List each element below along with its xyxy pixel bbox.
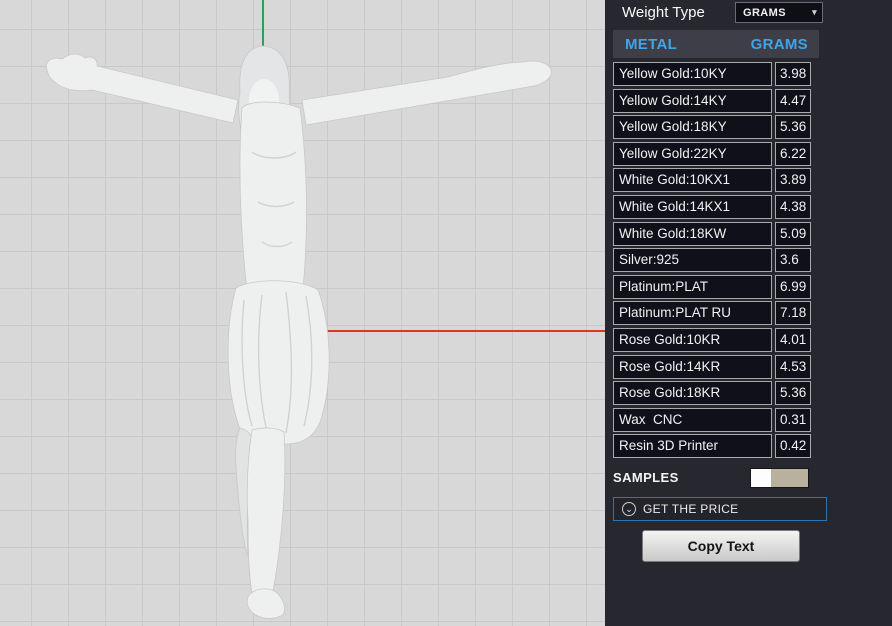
table-row: Platinum:PLAT 6.99 [613, 274, 819, 299]
samples-toggle[interactable] [750, 468, 809, 488]
table-row: Rose Gold:10KR 4.01 [613, 327, 819, 352]
metal-weight-cell[interactable]: 0.31 [775, 407, 811, 432]
samples-row: SAMPLES [613, 468, 819, 490]
weight-type-label: Weight Type [622, 4, 705, 21]
table-row: Rose Gold:18KR 5.36 [613, 381, 819, 406]
metal-name-cell[interactable]: Yellow Gold:18KY [613, 115, 772, 140]
weight-type-value: GRAMS [743, 6, 786, 19]
viewport-3d[interactable] [0, 0, 605, 626]
table-row: Yellow Gold:14KY 4.47 [613, 88, 819, 113]
metal-name-cell[interactable]: Rose Gold:10KR [613, 327, 772, 352]
metal-weight-cell[interactable]: 0.42 [775, 434, 811, 459]
chevron-down-icon: ▾ [812, 7, 817, 17]
sample-swatch-tan [771, 469, 808, 487]
get-the-price-expander[interactable]: ⌄ GET THE PRICE [613, 497, 827, 521]
sample-swatch-white [751, 469, 771, 487]
metal-weight-cell[interactable]: 3.98 [775, 62, 811, 86]
table-row: Wax CNC 0.31 [613, 407, 819, 432]
metal-table-rows: Yellow Gold:10KY 3.98 Yellow Gold:14KY 4… [613, 62, 819, 461]
table-row: Yellow Gold:10KY 3.98 [613, 62, 819, 86]
metal-name-cell[interactable]: Yellow Gold:10KY [613, 62, 772, 86]
table-row: Yellow Gold:18KY 5.36 [613, 115, 819, 140]
header-grams: GRAMS [750, 35, 808, 53]
table-row: Resin 3D Printer 0.42 [613, 434, 819, 459]
metal-name-cell[interactable]: White Gold:14KX1 [613, 194, 772, 219]
metal-weight-cell[interactable]: 3.89 [775, 168, 811, 193]
weight-type-dropdown[interactable]: GRAMS ▾ [735, 2, 823, 23]
table-row: Yellow Gold:22KY 6.22 [613, 141, 819, 166]
metal-name-cell[interactable]: White Gold:18KW [613, 221, 772, 246]
metal-weight-cell[interactable]: 6.22 [775, 141, 811, 166]
expander-chevron-icon: ⌄ [622, 502, 636, 516]
metal-name-cell[interactable]: Rose Gold:14KR [613, 354, 772, 379]
model-jesus-figure[interactable] [45, 45, 552, 619]
copy-text-button[interactable]: Copy Text [642, 530, 800, 562]
metal-weight-cell[interactable]: 4.01 [775, 327, 811, 352]
metal-name-cell[interactable]: Wax CNC [613, 407, 772, 432]
app-window: Weight Type GRAMS ▾ METAL GRAMS Yellow G… [0, 0, 892, 626]
metal-name-cell[interactable]: Silver:925 [613, 248, 772, 273]
metal-weight-cell[interactable]: 7.18 [775, 301, 811, 326]
metal-weight-cell[interactable]: 3.6 [775, 248, 811, 273]
weight-calculator-panel: Weight Type GRAMS ▾ METAL GRAMS Yellow G… [605, 0, 892, 626]
metal-name-cell[interactable]: Platinum:PLAT RU [613, 301, 772, 326]
table-row: Silver:925 3.6 [613, 248, 819, 273]
samples-label: SAMPLES [613, 470, 679, 485]
metal-weight-cell[interactable]: 5.09 [775, 221, 811, 246]
metal-weight-cell[interactable]: 4.53 [775, 354, 811, 379]
table-row: White Gold:10KX1 3.89 [613, 168, 819, 193]
metal-name-cell[interactable]: Yellow Gold:22KY [613, 141, 772, 166]
metal-name-cell[interactable]: Resin 3D Printer [613, 434, 772, 459]
metal-weight-cell[interactable]: 4.38 [775, 194, 811, 219]
metal-name-cell[interactable]: Platinum:PLAT [613, 274, 772, 299]
metal-weight-cell[interactable]: 5.36 [775, 115, 811, 140]
table-row: Rose Gold:14KR 4.53 [613, 354, 819, 379]
metal-weight-cell[interactable]: 4.47 [775, 88, 811, 113]
header-metal: METAL [625, 35, 678, 53]
metal-name-cell[interactable]: Yellow Gold:14KY [613, 88, 772, 113]
table-row: White Gold:14KX1 4.38 [613, 194, 819, 219]
viewport-canvas [45, 0, 605, 619]
metal-weight-cell[interactable]: 6.99 [775, 274, 811, 299]
table-row: White Gold:18KW 5.09 [613, 221, 819, 246]
metal-name-cell[interactable]: Rose Gold:18KR [613, 381, 772, 406]
metal-weight-cell[interactable]: 5.36 [775, 381, 811, 406]
get-the-price-label: GET THE PRICE [643, 502, 739, 516]
metal-table-header: METAL GRAMS [613, 30, 819, 58]
table-row: Platinum:PLAT RU 7.18 [613, 301, 819, 326]
metal-name-cell[interactable]: White Gold:10KX1 [613, 168, 772, 193]
